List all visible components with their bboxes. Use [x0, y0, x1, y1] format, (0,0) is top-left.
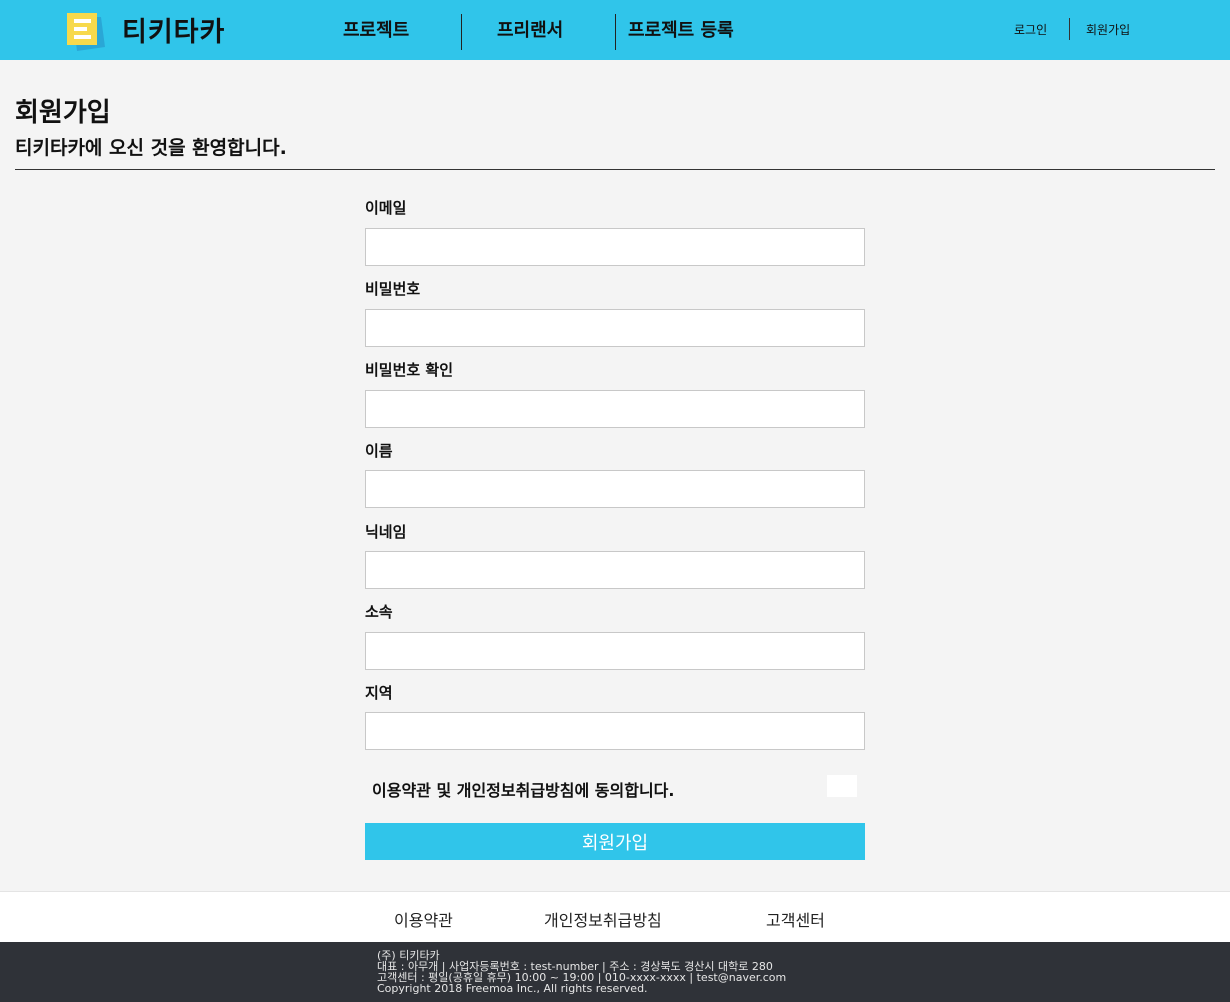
agreement-label: 이용약관 및 개인정보취급방침에 동의합니다. [372, 781, 675, 800]
region-label: 지역 [365, 684, 393, 702]
footer-privacy-link[interactable]: 개인정보취급방침 [544, 907, 662, 931]
copyright: Copyright 2018 Freemoa Inc., All rights … [377, 982, 648, 995]
name-label: 이름 [365, 442, 393, 460]
name-field[interactable] [365, 470, 865, 508]
nav-freelancers[interactable]: 프리랜서 [497, 16, 563, 42]
affiliation-field[interactable] [365, 632, 865, 670]
nickname-label: 닉네임 [365, 523, 407, 541]
nav-register-project[interactable]: 프로젝트 등록 [628, 16, 734, 42]
signup-submit-button[interactable]: 회원가입 [365, 823, 865, 860]
footer-links: 이용약관 개인정보취급방침 고객센터 [0, 891, 1230, 943]
agreement-checkbox[interactable] [827, 775, 857, 797]
nickname-field[interactable] [365, 551, 865, 589]
email-field[interactable] [365, 228, 865, 266]
page-subtitle: 티키타카에 오신 것을 환영합니다. [15, 137, 287, 159]
password-confirm-label: 비밀번호 확인 [365, 361, 454, 379]
password-field[interactable] [365, 309, 865, 347]
password-confirm-field[interactable] [365, 390, 865, 428]
signup-link[interactable]: 회원가입 [1086, 21, 1130, 38]
nav-divider [461, 14, 462, 50]
footer-company-info: (주) 티키타카 대표 : 아무개 | 사업자등록번호 : test-numbe… [0, 942, 1230, 1002]
brand-name[interactable]: 티키타카 [122, 10, 225, 49]
nav-projects[interactable]: 프로젝트 [343, 16, 409, 42]
email-label: 이메일 [365, 199, 407, 217]
auth-divider [1069, 18, 1070, 40]
top-header: 티키타카 프로젝트 프리랜서 프로젝트 등록 로그인 회원가입 [0, 0, 1230, 60]
title-divider [15, 169, 1215, 170]
page-title: 회원가입 [15, 98, 111, 128]
footer-support-link[interactable]: 고객센터 [766, 907, 825, 931]
footer-terms-link[interactable]: 이용약관 [394, 907, 453, 931]
nav-divider [615, 14, 616, 50]
affiliation-label: 소속 [365, 603, 393, 621]
logo-e-icon[interactable] [67, 13, 105, 51]
login-link[interactable]: 로그인 [1014, 21, 1047, 38]
password-label: 비밀번호 [365, 280, 421, 298]
region-field[interactable] [365, 712, 865, 750]
